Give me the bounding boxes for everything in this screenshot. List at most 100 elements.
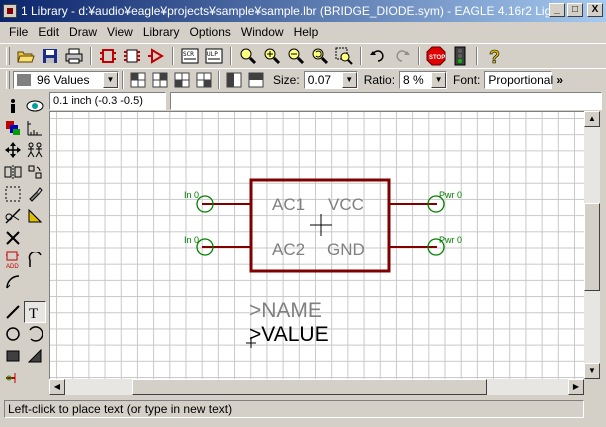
command-input[interactable]	[170, 91, 602, 110]
zoom-select-icon[interactable]	[333, 45, 355, 67]
display-layers-icon[interactable]	[2, 117, 24, 139]
mirror-v-icon[interactable]	[245, 69, 267, 91]
align-topleft-icon[interactable]	[127, 69, 149, 91]
toolbar-separator	[476, 46, 478, 65]
redo-icon[interactable]	[391, 45, 413, 67]
align-bottomright-icon[interactable]	[193, 69, 215, 91]
text-icon[interactable]: T	[24, 301, 46, 323]
wire-icon[interactable]	[2, 301, 24, 323]
layer-select[interactable]: 96 Values ▼	[13, 70, 119, 89]
align-topright-icon[interactable]	[149, 69, 171, 91]
add-icon[interactable]: ADD	[2, 249, 24, 271]
device-icon[interactable]	[97, 45, 119, 67]
value-placeholder[interactable]: >VALUE	[249, 323, 329, 346]
zoom-fit-icon[interactable]	[237, 45, 259, 67]
arc-icon[interactable]	[24, 249, 46, 271]
scroll-down-icon[interactable]: ▼	[584, 363, 600, 379]
pin-direction-label: Pwr 0	[439, 190, 462, 200]
close-button[interactable]: X	[587, 3, 603, 17]
mark-icon[interactable]	[24, 117, 46, 139]
schematic-symbol: In 0 In 0 Pwr 0 Pwr 0 AC1 VCC AC2 GND >N…	[184, 178, 462, 348]
menu-window[interactable]: Window	[236, 25, 289, 39]
paste-icon[interactable]	[24, 205, 46, 227]
delete-icon[interactable]	[2, 227, 24, 249]
rect-icon[interactable]	[2, 345, 24, 367]
window-controls: _ □ X	[549, 3, 603, 17]
chevron-down-icon[interactable]: ▼	[341, 71, 357, 88]
main-toolbar: SCR ULP STOP ?	[0, 43, 606, 67]
toolbar-separator	[122, 70, 124, 89]
change-icon[interactable]	[24, 183, 46, 205]
chevron-down-icon[interactable]: ▼	[431, 71, 447, 88]
menu-help[interactable]: Help	[289, 25, 324, 39]
circle-icon[interactable]	[2, 323, 24, 345]
minimize-button[interactable]: _	[549, 3, 565, 17]
menu-file[interactable]: File	[4, 25, 33, 39]
zoom-redraw-icon[interactable]	[309, 45, 331, 67]
copy-icon[interactable]	[24, 139, 46, 161]
blank-tool-3	[24, 367, 46, 389]
scroll-up-icon[interactable]: ▲	[584, 111, 600, 127]
pin-direction-label: In 0	[184, 235, 199, 245]
layer-color-swatch	[17, 73, 31, 86]
size-value: 0.07	[307, 72, 332, 87]
chevron-down-icon[interactable]: ▼	[103, 71, 118, 88]
font-value: Proportional	[488, 72, 554, 87]
vertical-scroll-thumb[interactable]	[584, 203, 600, 291]
pin-name-gnd: GND	[327, 240, 365, 259]
mirror-icon[interactable]	[2, 161, 24, 183]
toolbar-grip[interactable]	[6, 70, 10, 89]
toolbar-overflow-chevron[interactable]: »	[556, 73, 563, 87]
horizontal-scroll-thumb[interactable]	[132, 379, 487, 395]
menu-library[interactable]: Library	[138, 25, 185, 39]
help-icon[interactable]: ?	[483, 45, 505, 67]
package-icon[interactable]	[121, 45, 143, 67]
ratio-select[interactable]: 8 % ▼	[399, 70, 448, 89]
script-icon[interactable]: SCR	[179, 45, 201, 67]
app-icon[interactable]	[3, 4, 17, 18]
split-icon[interactable]	[2, 205, 24, 227]
mirror-h-icon[interactable]	[223, 69, 245, 91]
show-icon[interactable]	[24, 95, 46, 117]
print-icon[interactable]	[63, 45, 85, 67]
vertical-scrollbar[interactable]: ▲ ▼	[584, 111, 600, 379]
ulp-icon[interactable]: ULP	[203, 45, 225, 67]
horizontal-scrollbar[interactable]: ◀ ▶	[49, 379, 584, 395]
symbol-icon[interactable]	[145, 45, 167, 67]
undo-icon[interactable]	[367, 45, 389, 67]
maximize-button[interactable]: □	[567, 3, 583, 17]
open-icon[interactable]	[15, 45, 37, 67]
pin-icon[interactable]	[2, 367, 24, 389]
stop-icon[interactable]: STOP	[425, 45, 447, 67]
zoom-in-icon[interactable]	[261, 45, 283, 67]
info-icon[interactable]	[2, 95, 24, 117]
scroll-right-icon[interactable]: ▶	[568, 379, 584, 395]
zoom-out-icon[interactable]	[285, 45, 307, 67]
blank-tool	[24, 227, 46, 249]
arc-draw-icon[interactable]	[24, 323, 46, 345]
menu-view[interactable]: View	[102, 25, 138, 39]
toolbar-grip[interactable]	[6, 46, 10, 65]
go-icon[interactable]	[449, 45, 471, 67]
scroll-left-icon[interactable]: ◀	[49, 379, 65, 395]
font-select[interactable]: Proportional	[484, 70, 554, 89]
menu-draw[interactable]: Draw	[64, 25, 102, 39]
menu-edit[interactable]: Edit	[33, 25, 64, 39]
move-icon[interactable]	[2, 139, 24, 161]
menu-options[interactable]: Options	[185, 25, 236, 39]
status-bar: Left-click to place text (or type in new…	[0, 398, 606, 420]
ratio-value: 8 %	[403, 72, 424, 87]
group-icon[interactable]	[2, 183, 24, 205]
rotate-icon[interactable]	[24, 161, 46, 183]
coordinate-bar: 0.1 inch (-0.3 -0.5)	[49, 91, 606, 110]
toolbar-separator	[230, 46, 232, 65]
polygon-icon[interactable]	[24, 345, 46, 367]
align-bottomleft-icon[interactable]	[171, 69, 193, 91]
size-select[interactable]: 0.07 ▼	[303, 70, 358, 89]
name-placeholder[interactable]: >NAME	[249, 299, 322, 322]
toolbar-separator	[90, 46, 92, 65]
drawing-canvas[interactable]: In 0 In 0 Pwr 0 Pwr 0 AC1 VCC AC2 GND >N…	[49, 111, 584, 379]
save-icon[interactable]	[39, 45, 61, 67]
title-bar: 1 Library - d:¥audio¥eagle¥projects¥samp…	[0, 0, 606, 22]
smash-icon[interactable]	[2, 271, 24, 293]
